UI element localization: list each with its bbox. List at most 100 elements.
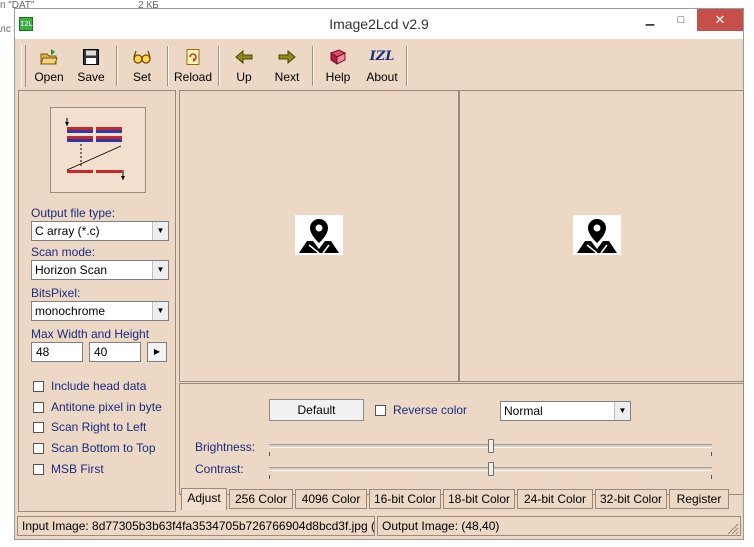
checkbox-label: Scan Right to Left: [51, 420, 147, 434]
toolbar: Open Save Set Reload Up Next Help IZL Ab…: [15, 40, 743, 94]
open-button[interactable]: Open: [29, 44, 69, 90]
chevron-down-icon[interactable]: ▼: [152, 302, 168, 320]
msb-first-checkbox[interactable]: MSB First: [33, 462, 104, 476]
scan-diagram: [50, 107, 146, 193]
output-preview-pane: [459, 90, 744, 382]
toolbar-separator: [218, 46, 220, 86]
reload-icon: [186, 49, 200, 65]
max-width-input[interactable]: 48: [31, 342, 83, 362]
checkbox-box[interactable]: [33, 443, 44, 454]
max-size-label: Max Width and Height: [31, 327, 150, 341]
map-pin-icon: [299, 219, 339, 254]
output-file-type-label: Output file type:: [31, 206, 116, 220]
output-image-status: Output Image: (48,40): [377, 516, 741, 536]
about-label: About: [366, 70, 398, 84]
tab-4096-color[interactable]: 4096 Color: [295, 489, 367, 509]
map-pin-icon: [577, 219, 617, 254]
about-button[interactable]: IZL About: [360, 44, 404, 90]
help-book-icon: [329, 49, 347, 65]
help-button[interactable]: Help: [318, 44, 358, 90]
tab-18-bit-color[interactable]: 18-bit Color: [443, 489, 515, 509]
scan-direction-icon: [65, 118, 125, 180]
checkbox-box[interactable]: [33, 402, 44, 413]
next-button[interactable]: Next: [267, 44, 307, 90]
about-logo-icon: IZL: [369, 49, 395, 64]
input-preview-pane: [179, 90, 459, 382]
contrast-slider-thumb[interactable]: [487, 462, 494, 476]
bits-pixel-label: BitsPixel:: [31, 286, 81, 300]
input-image-status: Input Image: 8d77305b3b63f4fa3534705b726…: [17, 516, 375, 536]
chevron-down-icon[interactable]: ▼: [152, 222, 168, 240]
max-height-input[interactable]: 40: [89, 342, 141, 362]
tab-16-bit-color[interactable]: 16-bit Color: [369, 489, 441, 509]
toolbar-grip: [21, 45, 26, 87]
slider-tick: [711, 452, 712, 456]
checkbox-label: Include head data: [51, 379, 147, 393]
next-label: Next: [274, 70, 300, 84]
tab-32-bit-color[interactable]: 32-bit Color: [595, 489, 667, 509]
help-label: Help: [325, 70, 351, 84]
scan-bottom-to-top-checkbox[interactable]: Scan Bottom to Top: [33, 441, 156, 455]
app-window: I2L Image2Lcd v2.9 ▁ □ ✕ Open Save Set R…: [14, 8, 744, 540]
scan-mode-select[interactable]: Horizon Scan ▼: [31, 260, 169, 280]
adjust-panel: Default Reverse color Normal ▼ Brightnes…: [179, 383, 744, 495]
checkbox-box[interactable]: [33, 422, 44, 433]
default-button[interactable]: Default: [269, 399, 364, 421]
bits-pixel-value: monochrome: [35, 304, 106, 318]
arrow-left-icon: [235, 49, 253, 65]
toolbar-separator: [312, 46, 314, 86]
reload-button[interactable]: Reload: [173, 44, 213, 90]
play-icon: ▶: [153, 347, 161, 356]
output-file-type-select[interactable]: C array (*.c) ▼: [31, 221, 169, 241]
antitone-pixel-checkbox[interactable]: Antitone pixel in byte: [33, 400, 162, 414]
checkbox-box[interactable]: [375, 405, 386, 416]
scan-right-to-left-checkbox[interactable]: Scan Right to Left: [33, 420, 146, 434]
reload-label: Reload: [173, 70, 213, 84]
tab-256-color[interactable]: 256 Color: [229, 489, 293, 509]
color-mode-value: Normal: [504, 404, 543, 418]
checkbox-label: Scan Bottom to Top: [51, 441, 156, 455]
maximize-button[interactable]: □: [667, 9, 695, 31]
color-mode-select[interactable]: Normal ▼: [500, 401, 631, 421]
chevron-down-icon[interactable]: ▼: [614, 402, 630, 420]
input-image: [295, 215, 343, 255]
bits-pixel-select[interactable]: monochrome ▼: [31, 301, 169, 321]
status-bar: Input Image: 8d77305b3b63f4fa3534705b726…: [15, 513, 743, 539]
floppy-disk-icon: [83, 49, 99, 65]
scan-mode-label: Scan mode:: [31, 245, 96, 259]
close-button[interactable]: ✕: [697, 9, 743, 31]
slider-tick: [269, 452, 270, 456]
slider-tick: [711, 475, 712, 479]
reverse-color-label: Reverse color: [393, 403, 468, 417]
checkbox-label: Antitone pixel in byte: [51, 400, 162, 414]
up-button[interactable]: Up: [224, 44, 264, 90]
checkbox-box[interactable]: [33, 381, 44, 392]
output-file-type-value: C array (*.c): [35, 224, 100, 238]
include-head-data-checkbox[interactable]: Include head data: [33, 379, 146, 393]
settings-panel: Output file type: C array (*.c) ▼ Scan m…: [18, 90, 176, 512]
brightness-slider-thumb[interactable]: [487, 439, 494, 453]
contrast-label: Contrast:: [195, 462, 244, 476]
set-label: Set: [132, 70, 151, 84]
resize-grip-icon[interactable]: [727, 523, 739, 535]
tab-register[interactable]: Register: [669, 489, 729, 509]
toolbar-separator: [406, 46, 408, 86]
tab-24-bit-color[interactable]: 24-bit Color: [517, 489, 593, 509]
apply-size-button[interactable]: ▶: [147, 342, 167, 362]
output-image: [573, 215, 621, 255]
up-label: Up: [236, 70, 252, 84]
chevron-down-icon[interactable]: ▼: [152, 261, 168, 279]
scan-mode-value: Horizon Scan: [35, 263, 108, 277]
reverse-color-checkbox[interactable]: Reverse color: [375, 403, 467, 417]
glasses-icon: [133, 50, 151, 64]
save-button[interactable]: Save: [71, 44, 111, 90]
minimize-button[interactable]: ▁: [636, 9, 664, 31]
tab-adjust[interactable]: Adjust: [181, 488, 227, 510]
toolbar-separator: [116, 46, 118, 86]
checkbox-box[interactable]: [33, 464, 44, 475]
set-button[interactable]: Set: [122, 44, 162, 90]
window-title: Image2Lcd v2.9: [329, 16, 429, 32]
open-folder-icon: [40, 49, 58, 65]
background-text-2: лс: [0, 24, 11, 35]
open-label: Open: [34, 70, 64, 84]
